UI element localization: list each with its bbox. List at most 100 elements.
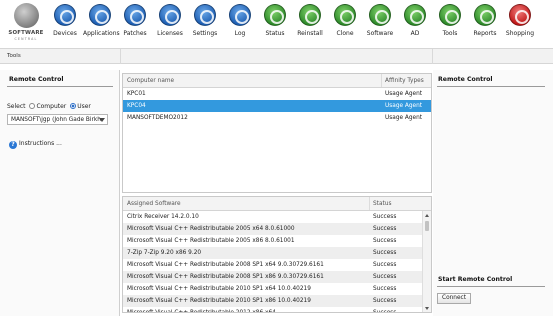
reports-icon[interactable] <box>474 4 496 26</box>
toolbar-button-patches[interactable]: Patches <box>118 4 152 42</box>
start-remote-control-title: Start Remote Control <box>438 276 513 283</box>
computers-table: Computer name Affinity Types KPC01 Usage … <box>122 73 432 193</box>
column-header-affinity-types[interactable]: Affinity Types <box>385 78 424 84</box>
toolbar-button-label[interactable]: Clone <box>328 30 362 37</box>
toolbar-button-reports[interactable]: Reports <box>468 4 502 42</box>
toolbar-button-reinstall[interactable]: Reinstall <box>293 4 327 42</box>
computer-name-cell: KPC04 <box>127 103 146 109</box>
column-header-status[interactable]: Status <box>373 201 391 207</box>
toolbar-button-label[interactable]: Reports <box>468 30 502 37</box>
instructions-label[interactable]: Instructions ... <box>19 140 62 147</box>
table-row[interactable]: KPC04 Usage Agent <box>123 100 431 112</box>
toolbar-button-shopping[interactable]: Shopping <box>503 4 537 42</box>
shopping-icon[interactable] <box>509 4 531 26</box>
applications-icon[interactable] <box>89 4 111 26</box>
table-row[interactable]: Citrix Receiver 14.2.0.10 Success <box>123 211 431 223</box>
clone-icon[interactable] <box>334 4 356 26</box>
connect-button[interactable]: Connect <box>437 293 471 304</box>
toolbar-button-devices[interactable]: Devices <box>48 4 82 42</box>
instructions-link[interactable]: ? Instructions ... <box>9 140 62 149</box>
software-name-cell: Microsoft Visual C++ Redistributable 200… <box>127 226 295 232</box>
user-dropdown[interactable]: MANSOFT\jgp (John Gade Birkh <box>7 114 108 125</box>
column-header-computer-name[interactable]: Computer name <box>127 78 174 84</box>
toolbar-button-applications[interactable]: Applications <box>83 4 120 42</box>
scrollbar-thumb[interactable] <box>425 221 429 231</box>
left-panel: Remote Control Select Computer User MANS… <box>0 70 120 316</box>
software-icon[interactable] <box>369 4 391 26</box>
software-central-logo: SOFTWARE CENTRAL <box>4 2 48 44</box>
toolbar-button-status[interactable]: Status <box>258 4 292 42</box>
status-cell: Success <box>373 298 397 304</box>
user-radio[interactable] <box>70 103 77 109</box>
center-panel: Computer name Affinity Types KPC01 Usage … <box>122 70 432 316</box>
toolbar-button-clone[interactable]: Clone <box>328 4 362 42</box>
toolbar-button-label[interactable]: Status <box>258 30 292 37</box>
column-header-assigned-software[interactable]: Assigned Software <box>127 201 181 207</box>
toolbar-button-label[interactable]: Reinstall <box>293 30 327 37</box>
patches-icon[interactable] <box>124 4 146 26</box>
settings-icon[interactable] <box>194 4 216 26</box>
computer-radio-label[interactable]: Computer <box>36 103 66 110</box>
licenses-icon[interactable] <box>159 4 181 26</box>
table-row[interactable]: Microsoft Visual C++ Redistributable 201… <box>123 307 431 313</box>
status-cell: Success <box>373 226 397 232</box>
globe-logo-icon <box>14 3 39 28</box>
toolbar-button-settings[interactable]: Settings <box>188 4 222 42</box>
title-underline <box>437 86 545 87</box>
user-dropdown-value: MANSOFT\jgp (John Gade Birkh <box>11 117 101 123</box>
software-name-cell: Microsoft Visual C++ Redistributable 201… <box>127 286 311 292</box>
toolbar-button-ad[interactable]: AD <box>398 4 432 42</box>
table-row[interactable]: KPC01 Usage Agent <box>123 88 431 100</box>
scroll-up-icon[interactable] <box>425 214 429 217</box>
toolbar-button-label[interactable]: Shopping <box>503 30 537 37</box>
software-table: Assigned Software Status Citrix Receiver… <box>122 196 432 313</box>
table-row[interactable]: Microsoft Visual C++ Redistributable 200… <box>123 271 431 283</box>
toolbar-button-label[interactable]: Settings <box>188 30 222 37</box>
status-cell: Success <box>373 214 397 220</box>
computer-radio[interactable] <box>29 103 36 109</box>
table-row[interactable]: Microsoft Visual C++ Redistributable 200… <box>123 223 431 235</box>
tools-icon[interactable] <box>439 4 461 26</box>
right-panel: Remote Control Start Remote Control <box>433 70 553 316</box>
toolbar-button-label[interactable]: Applications <box>83 30 120 37</box>
software-name-cell: Microsoft Visual C++ Redistributable 201… <box>127 310 276 313</box>
table-row[interactable]: MANSOFTDEMO2012 Usage Agent <box>123 112 431 124</box>
right-panel-title: Remote Control <box>438 76 493 83</box>
help-icon[interactable]: ? <box>9 141 17 149</box>
software-table-scrollbar[interactable] <box>422 211 431 312</box>
toolbar-button-label[interactable]: Tools <box>433 30 467 37</box>
log-icon[interactable] <box>229 4 251 26</box>
table-row[interactable]: Microsoft Visual C++ Redistributable 201… <box>123 283 431 295</box>
toolbar-button-label[interactable]: Devices <box>48 30 82 37</box>
table-row[interactable]: 7-Zip 7-Zip 9.20 x86 9.20 Success <box>123 247 431 259</box>
toolbar-button-label[interactable]: Licenses <box>153 30 187 37</box>
reinstall-icon[interactable] <box>299 4 321 26</box>
column-divider[interactable] <box>369 197 370 210</box>
status-cell: Success <box>373 286 397 292</box>
toolbar-button-label[interactable]: Log <box>223 30 257 37</box>
chevron-down-icon[interactable] <box>99 118 105 122</box>
toolbar-button-tools[interactable]: Tools <box>433 4 467 42</box>
select-row: Select Computer User <box>7 103 91 110</box>
select-label: Select <box>7 103 26 110</box>
tools-strip: Tools <box>0 48 553 64</box>
ad-icon[interactable] <box>404 4 426 26</box>
toolbar-button-log[interactable]: Log <box>223 4 257 42</box>
table-row[interactable]: Microsoft Visual C++ Redistributable 200… <box>123 235 431 247</box>
toolbar-button-label[interactable]: AD <box>398 30 432 37</box>
toolbar-button-licenses[interactable]: Licenses <box>153 4 187 42</box>
title-underline <box>437 286 545 287</box>
user-radio-label[interactable]: User <box>77 103 91 110</box>
devices-icon[interactable] <box>54 4 76 26</box>
scroll-down-icon[interactable] <box>425 307 429 310</box>
column-divider[interactable] <box>381 74 382 87</box>
table-row[interactable]: Microsoft Visual C++ Redistributable 200… <box>123 259 431 271</box>
software-name-cell: Microsoft Visual C++ Redistributable 200… <box>127 262 324 268</box>
toolbar-button-label[interactable]: Patches <box>118 30 152 37</box>
status-icon[interactable] <box>264 4 286 26</box>
table-row[interactable]: Microsoft Visual C++ Redistributable 201… <box>123 295 431 307</box>
software-name-cell: Citrix Receiver 14.2.0.10 <box>127 214 199 220</box>
main-toolbar: SOFTWARE CENTRAL Devices Applications Patc… <box>0 0 553 46</box>
toolbar-button-label[interactable]: Software <box>363 30 397 37</box>
toolbar-button-software[interactable]: Software <box>363 4 397 42</box>
